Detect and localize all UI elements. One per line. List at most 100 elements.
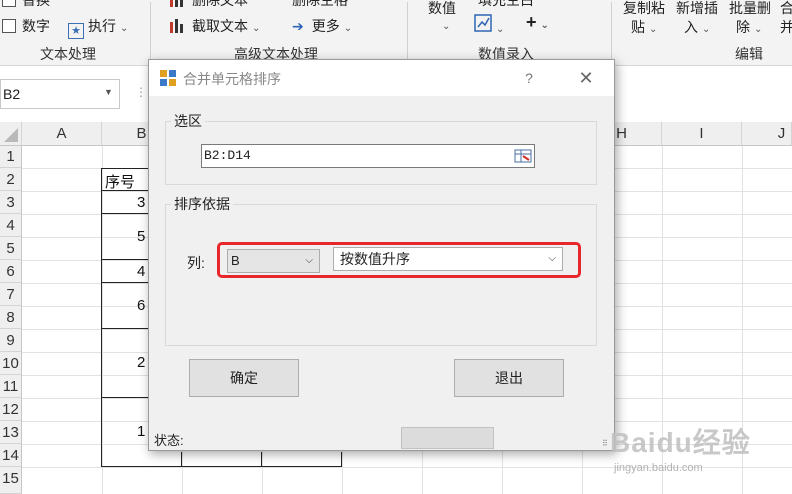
- watermark-brand: Baidu经验: [610, 427, 751, 458]
- execute-label: 执行: [88, 18, 116, 34]
- table-border: [181, 452, 182, 467]
- new-insert-button-line2[interactable]: 入 ⌄: [684, 17, 710, 37]
- selection-group-title: 选区: [171, 111, 205, 131]
- exit-button[interactable]: 退出: [454, 359, 564, 397]
- chevron-down-icon: ⌄: [343, 23, 353, 34]
- gridline: [102, 146, 103, 494]
- dialog-titlebar[interactable]: 合并单元格排序 ? ✕: [149, 60, 614, 96]
- batch-delete-button[interactable]: 批量删: [729, 0, 771, 18]
- column-label: 列:: [187, 255, 205, 271]
- row-header-4[interactable]: 4: [0, 214, 22, 237]
- cell-b3[interactable]: 3: [137, 194, 145, 211]
- bar-chart-icon: [170, 19, 184, 33]
- new-insert-button[interactable]: 新增插: [676, 0, 718, 18]
- row-header-13[interactable]: 13: [0, 421, 22, 444]
- text-processing-group-label: 文本处理: [40, 46, 96, 62]
- row-header-7[interactable]: 7: [0, 283, 22, 306]
- delete-text-button-partial[interactable]: 删除文本: [170, 0, 248, 10]
- chevron-down-icon[interactable]: ⌄: [438, 16, 450, 32]
- name-box[interactable]: B2: [0, 79, 120, 109]
- value-label: 数值: [428, 0, 456, 16]
- sort-basis-group-title: 排序依据: [171, 194, 233, 214]
- chevron-down-icon: ⌄: [702, 24, 711, 35]
- more-label: 更多: [311, 18, 340, 34]
- cell-b6[interactable]: 4: [137, 263, 145, 280]
- chevron-down-icon[interactable]: ▼: [104, 87, 113, 97]
- row-header-14[interactable]: 14: [0, 444, 22, 467]
- select-all-icon: [4, 128, 18, 142]
- cell-b9[interactable]: 2: [137, 354, 145, 371]
- extract-text-label: 截取文本: [192, 18, 248, 34]
- column-header-j[interactable]: J: [742, 122, 792, 146]
- chevron-down-icon: ⌄: [496, 24, 505, 35]
- fill-blank-button-partial[interactable]: 填充空白: [478, 0, 534, 10]
- ok-button[interactable]: 确定: [189, 359, 299, 397]
- checkbox-icon: [2, 19, 16, 33]
- arrow-right-icon: ➔: [292, 18, 304, 34]
- checkbox-icon: [2, 0, 16, 7]
- cell-b2[interactable]: 序号: [105, 171, 135, 192]
- row-header-10[interactable]: 10: [0, 352, 22, 375]
- table-border: [101, 282, 149, 283]
- row-header-1[interactable]: 1: [0, 146, 22, 168]
- chevron-down-icon: ⌄: [120, 23, 129, 34]
- copy-paste-button-line2[interactable]: 贴 ⌄: [631, 17, 657, 37]
- column-header-a[interactable]: A: [22, 122, 102, 146]
- chevron-down-icon: ⌄: [754, 24, 763, 35]
- watermark-url: jingyan.baidu.com: [614, 462, 703, 474]
- chart-edit-icon: [474, 14, 492, 35]
- merge-button-partial[interactable]: 合: [780, 0, 792, 18]
- ribbon: 替换 数字 ★ 执行 ⌄ 文本处理 删除文本 截取文本 ⌄ 删除空格 ➔ 更多 ⌄ 高级文…: [0, 0, 792, 66]
- bar-chart-icon: [170, 0, 184, 7]
- group-divider: [407, 2, 408, 62]
- group-divider: [150, 2, 151, 62]
- group-divider: [611, 2, 612, 62]
- extract-text-button[interactable]: 截取文本 ⌄: [170, 16, 260, 36]
- table-border: [261, 452, 262, 467]
- row-header-6[interactable]: 6: [0, 260, 22, 283]
- cell-b4[interactable]: 5: [137, 228, 145, 245]
- star-icon: ★: [68, 23, 84, 39]
- status-progress-bar: [401, 427, 494, 449]
- column-header-i[interactable]: I: [662, 122, 742, 146]
- cell-b7[interactable]: 6: [137, 297, 145, 314]
- status-label: 状态:: [154, 433, 184, 448]
- select-all-corner[interactable]: [0, 122, 22, 146]
- row-header-9[interactable]: 9: [0, 329, 22, 352]
- cell-b12[interactable]: 1: [137, 423, 145, 440]
- replace-button-partial[interactable]: 替换: [2, 0, 50, 10]
- table-border: [341, 452, 342, 467]
- table-border: [101, 168, 149, 169]
- close-button[interactable]: ✕: [573, 66, 599, 90]
- merged-cell-sort-dialog: 合并单元格排序 ? ✕ 选区 B2:D14 排序依据 列: B ⌵ 按数值升序 …: [148, 59, 615, 451]
- row-header-5[interactable]: 5: [0, 237, 22, 260]
- more-button[interactable]: ➔ 更多 ⌄: [292, 16, 352, 36]
- execute-button[interactable]: ★ 执行 ⌄: [68, 16, 128, 39]
- plus-button[interactable]: + ⌄: [526, 12, 549, 33]
- baidu-watermark: Baidu经验 jingyan.baidu.com: [600, 405, 790, 485]
- table-border: [101, 397, 149, 398]
- help-button[interactable]: ?: [517, 66, 541, 90]
- chevron-down-icon: ⌄: [252, 23, 261, 34]
- chevron-down-icon: ⌄: [540, 20, 549, 31]
- number-checkbox[interactable]: 数字: [2, 16, 50, 36]
- row-header-3[interactable]: 3: [0, 191, 22, 214]
- name-box-value: B2: [3, 86, 21, 102]
- app-grid-icon: [160, 70, 176, 86]
- delete-space-button-partial[interactable]: 删除空格: [292, 0, 348, 10]
- merge-button-partial-line2[interactable]: 并: [780, 17, 792, 37]
- copy-paste-button[interactable]: 复制粘: [623, 0, 665, 18]
- table-border: [101, 213, 149, 214]
- highlight-annotation: [217, 242, 581, 278]
- row-header-8[interactable]: 8: [0, 306, 22, 329]
- batch-delete-button-line2[interactable]: 除 ⌄: [736, 17, 762, 37]
- formula-bar-grip-icon: ⋮: [135, 85, 147, 99]
- range-picker-icon[interactable]: [514, 147, 532, 165]
- number-checkbox-label: 数字: [22, 18, 50, 34]
- range-input[interactable]: B2:D14: [201, 144, 535, 168]
- row-header-15[interactable]: 15: [0, 467, 22, 494]
- edit-chart-button[interactable]: ⌄: [474, 14, 504, 35]
- row-header-11[interactable]: 11: [0, 375, 22, 398]
- row-header-12[interactable]: 12: [0, 398, 22, 421]
- row-header-2[interactable]: 2: [0, 168, 22, 191]
